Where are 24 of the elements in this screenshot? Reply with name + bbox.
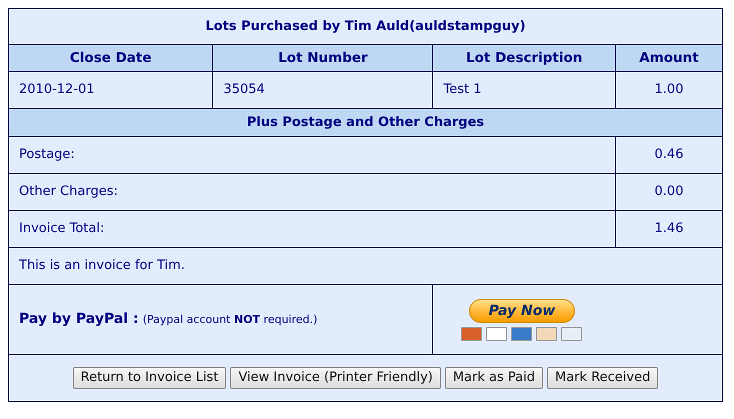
paypal-hint: (Paypal account NOT required.) <box>142 313 318 326</box>
section-heading: Plus Postage and Other Charges <box>8 108 722 136</box>
table-cell: 2010-12-01 <box>8 72 213 108</box>
column-header: Amount <box>615 44 722 72</box>
table-cell: 1.00 <box>615 72 722 108</box>
charge-label: Other Charges: <box>8 174 616 210</box>
charge-label: Postage: <box>8 136 616 174</box>
table-cell: Test 1 <box>432 72 616 108</box>
action-button[interactable]: Mark as Paid <box>444 367 543 389</box>
charge-amount: 0.46 <box>615 136 722 174</box>
charge-label: Invoice Total: <box>8 210 616 248</box>
charge-amount: 0.00 <box>615 174 722 210</box>
table-title: Lots Purchased by Tim Auld(auldstampguy) <box>8 8 722 44</box>
paypal-label: Pay by PayPal : <box>19 311 139 327</box>
table-cell: 35054 <box>212 72 433 108</box>
column-header: Lot Description <box>432 44 616 72</box>
charge-amount: 1.46 <box>615 210 722 248</box>
action-button[interactable]: View Invoice (Printer Friendly) <box>230 367 441 389</box>
action-button[interactable]: Return to Invoice List <box>72 367 226 389</box>
pay-now-button[interactable]: Pay Now <box>468 298 576 322</box>
column-header: Lot Number <box>212 44 433 72</box>
action-button[interactable]: Mark Received <box>547 367 658 389</box>
invoice-note: This is an invoice for Tim. <box>8 248 722 284</box>
column-header: Close Date <box>8 44 213 72</box>
